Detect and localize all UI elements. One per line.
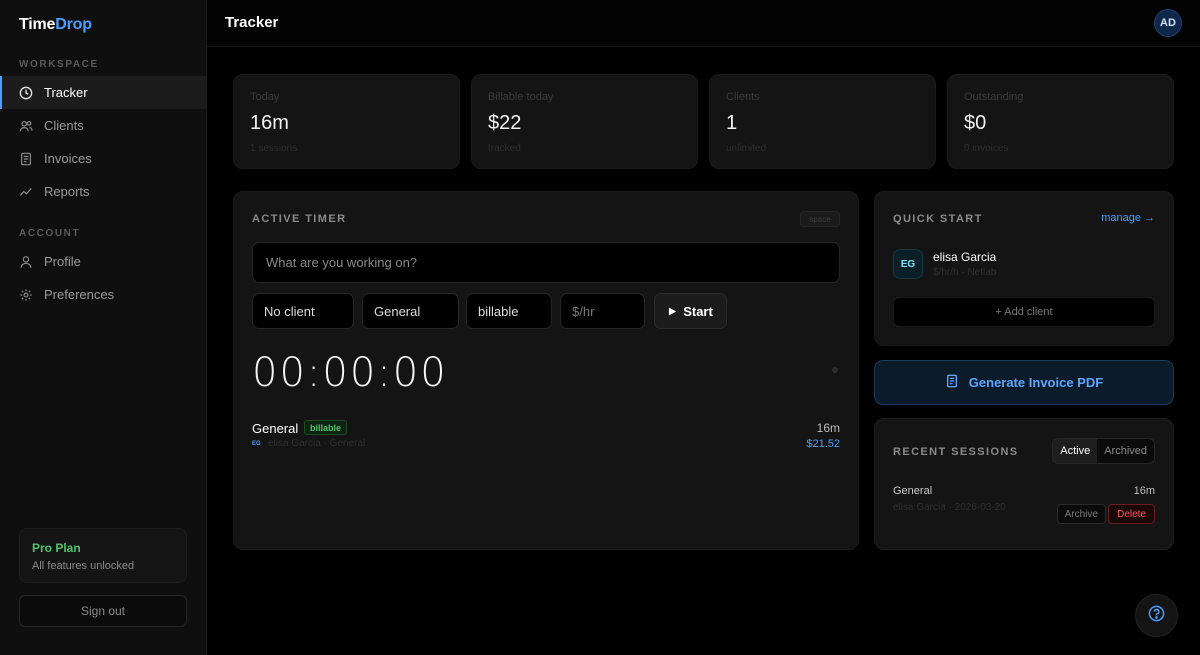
start-button-label: Start (683, 303, 713, 319)
status-dot (832, 367, 838, 373)
sidebar: TimeDrop WORKSPACE Tracker Clients Invoi… (0, 0, 207, 655)
document-icon (945, 374, 959, 391)
client-subtext: $/hr/h · Netlab (933, 267, 997, 278)
stat-value: $22 (488, 112, 522, 134)
recent-sessions-panel: RECENT SESSIONS Active Archived General … (874, 418, 1174, 550)
add-client-button[interactable]: + Add client (893, 297, 1155, 327)
sidebar-item-label: Invoices (44, 151, 92, 166)
sidebar-item-label: Tracker (44, 85, 88, 100)
stat-card-outstanding: Outstanding $0 0 invoices (947, 74, 1174, 169)
session-duration: 16m (1133, 485, 1155, 497)
sidebar-item-label: Reports (44, 184, 90, 199)
panel-title: ACTIVE TIMER (252, 213, 347, 225)
sidebar-item-profile[interactable]: Profile (0, 245, 206, 278)
active-timer-panel: ACTIVE TIMER space No client General bil… (233, 191, 859, 550)
entry-meta-text: elisa Garcia · General (268, 438, 366, 449)
help-button[interactable] (1135, 594, 1178, 637)
sidebar-item-preferences[interactable]: Preferences (0, 278, 206, 311)
stat-card-billable: Billable today $22 tracked (471, 74, 698, 169)
entry-meta: EG elisa Garcia · General (252, 438, 365, 449)
archive-button[interactable]: Archive (1056, 504, 1106, 524)
billable-badge: billable (304, 420, 348, 435)
stat-subtext: 1 sessions (250, 143, 298, 154)
plan-card: Pro Plan All features unlocked (19, 528, 187, 583)
category-select[interactable]: General (362, 293, 459, 329)
stat-value: $0 (964, 112, 987, 134)
users-icon (19, 119, 33, 133)
sidebar-item-reports[interactable]: Reports (0, 175, 206, 208)
generate-invoice-label: Generate Invoice PDF (968, 375, 1104, 390)
sidebar-item-label: Profile (44, 254, 81, 269)
stat-label: Clients (726, 91, 760, 103)
play-icon (668, 304, 677, 319)
generate-invoice-button[interactable]: Generate Invoice PDF (874, 360, 1174, 405)
client-mini-avatar: EG (252, 440, 261, 447)
stat-label: Outstanding (964, 91, 1024, 103)
user-avatar[interactable]: AD (1154, 9, 1182, 37)
quick-start-client[interactable]: EG elisa Garcia $/hr/h · Netlab (893, 242, 1155, 286)
quick-start-panel: QUICK START manage → EG elisa Garcia $/h… (874, 191, 1174, 346)
start-button[interactable]: Start (654, 293, 727, 329)
shortcut-badge: space (800, 211, 840, 227)
logo-main-text: Time (19, 16, 56, 33)
stat-value: 1 (726, 112, 738, 134)
stat-label: Billable today (488, 91, 554, 103)
stat-subtext: tracked (488, 143, 521, 154)
manage-link[interactable]: manage → (1101, 212, 1155, 224)
section-label-workspace: WORKSPACE (19, 59, 99, 70)
panel-title: RECENT SESSIONS (893, 446, 1019, 458)
gear-icon (19, 288, 33, 302)
sidebar-item-tracker[interactable]: Tracker (0, 76, 206, 109)
stat-card-today: Today 16m 1 sessions (233, 74, 460, 169)
sign-out-button[interactable]: Sign out (19, 595, 187, 627)
entry-title: General (252, 421, 299, 436)
panel-title: QUICK START (893, 213, 983, 225)
tab-active[interactable]: Active (1053, 439, 1098, 463)
user-icon (19, 255, 33, 269)
session-meta: elisa Garcia · 2026-03-20 (893, 502, 1006, 513)
clock-icon (19, 86, 33, 100)
plan-subtitle: All features unlocked (32, 560, 135, 572)
question-icon (1148, 605, 1165, 627)
stat-label: Today (250, 91, 280, 103)
top-header: Tracker AD (207, 0, 1200, 47)
billing-select[interactable]: billable (466, 293, 552, 329)
client-select[interactable]: No client (252, 293, 354, 329)
sidebar-item-clients[interactable]: Clients (0, 109, 206, 142)
sidebar-item-label: Clients (44, 118, 84, 133)
session-title: General (893, 485, 933, 497)
stat-subtext: unlimited (726, 143, 767, 154)
entry-amount: $21.52 (806, 438, 840, 450)
document-icon (19, 152, 33, 166)
task-input[interactable] (252, 242, 840, 283)
sidebar-item-invoices[interactable]: Invoices (0, 142, 206, 175)
delete-button[interactable]: Delete (1108, 504, 1155, 524)
rate-input[interactable]: $/hr (560, 293, 645, 329)
logo-accent-text: Drop (55, 16, 92, 33)
stat-card-clients: Clients 1 unlimited (709, 74, 936, 169)
timer-clock: 00:00:00 (252, 350, 448, 396)
client-avatar: EG (893, 249, 923, 279)
sidebar-item-label: Preferences (44, 287, 115, 302)
app-logo[interactable]: TimeDrop (19, 16, 92, 34)
client-name: elisa Garcia (933, 250, 997, 264)
plan-title: Pro Plan (32, 541, 81, 555)
stat-value: 16m (250, 112, 289, 134)
tab-archived[interactable]: Archived (1097, 439, 1154, 463)
page-title: Tracker (225, 14, 279, 31)
chart-line-icon (19, 185, 33, 199)
section-label-account: ACCOUNT (19, 228, 81, 239)
entry-duration: 16m (816, 421, 840, 435)
session-filter-toggle: Active Archived (1052, 438, 1155, 464)
stat-subtext: 0 invoices (964, 143, 1009, 154)
